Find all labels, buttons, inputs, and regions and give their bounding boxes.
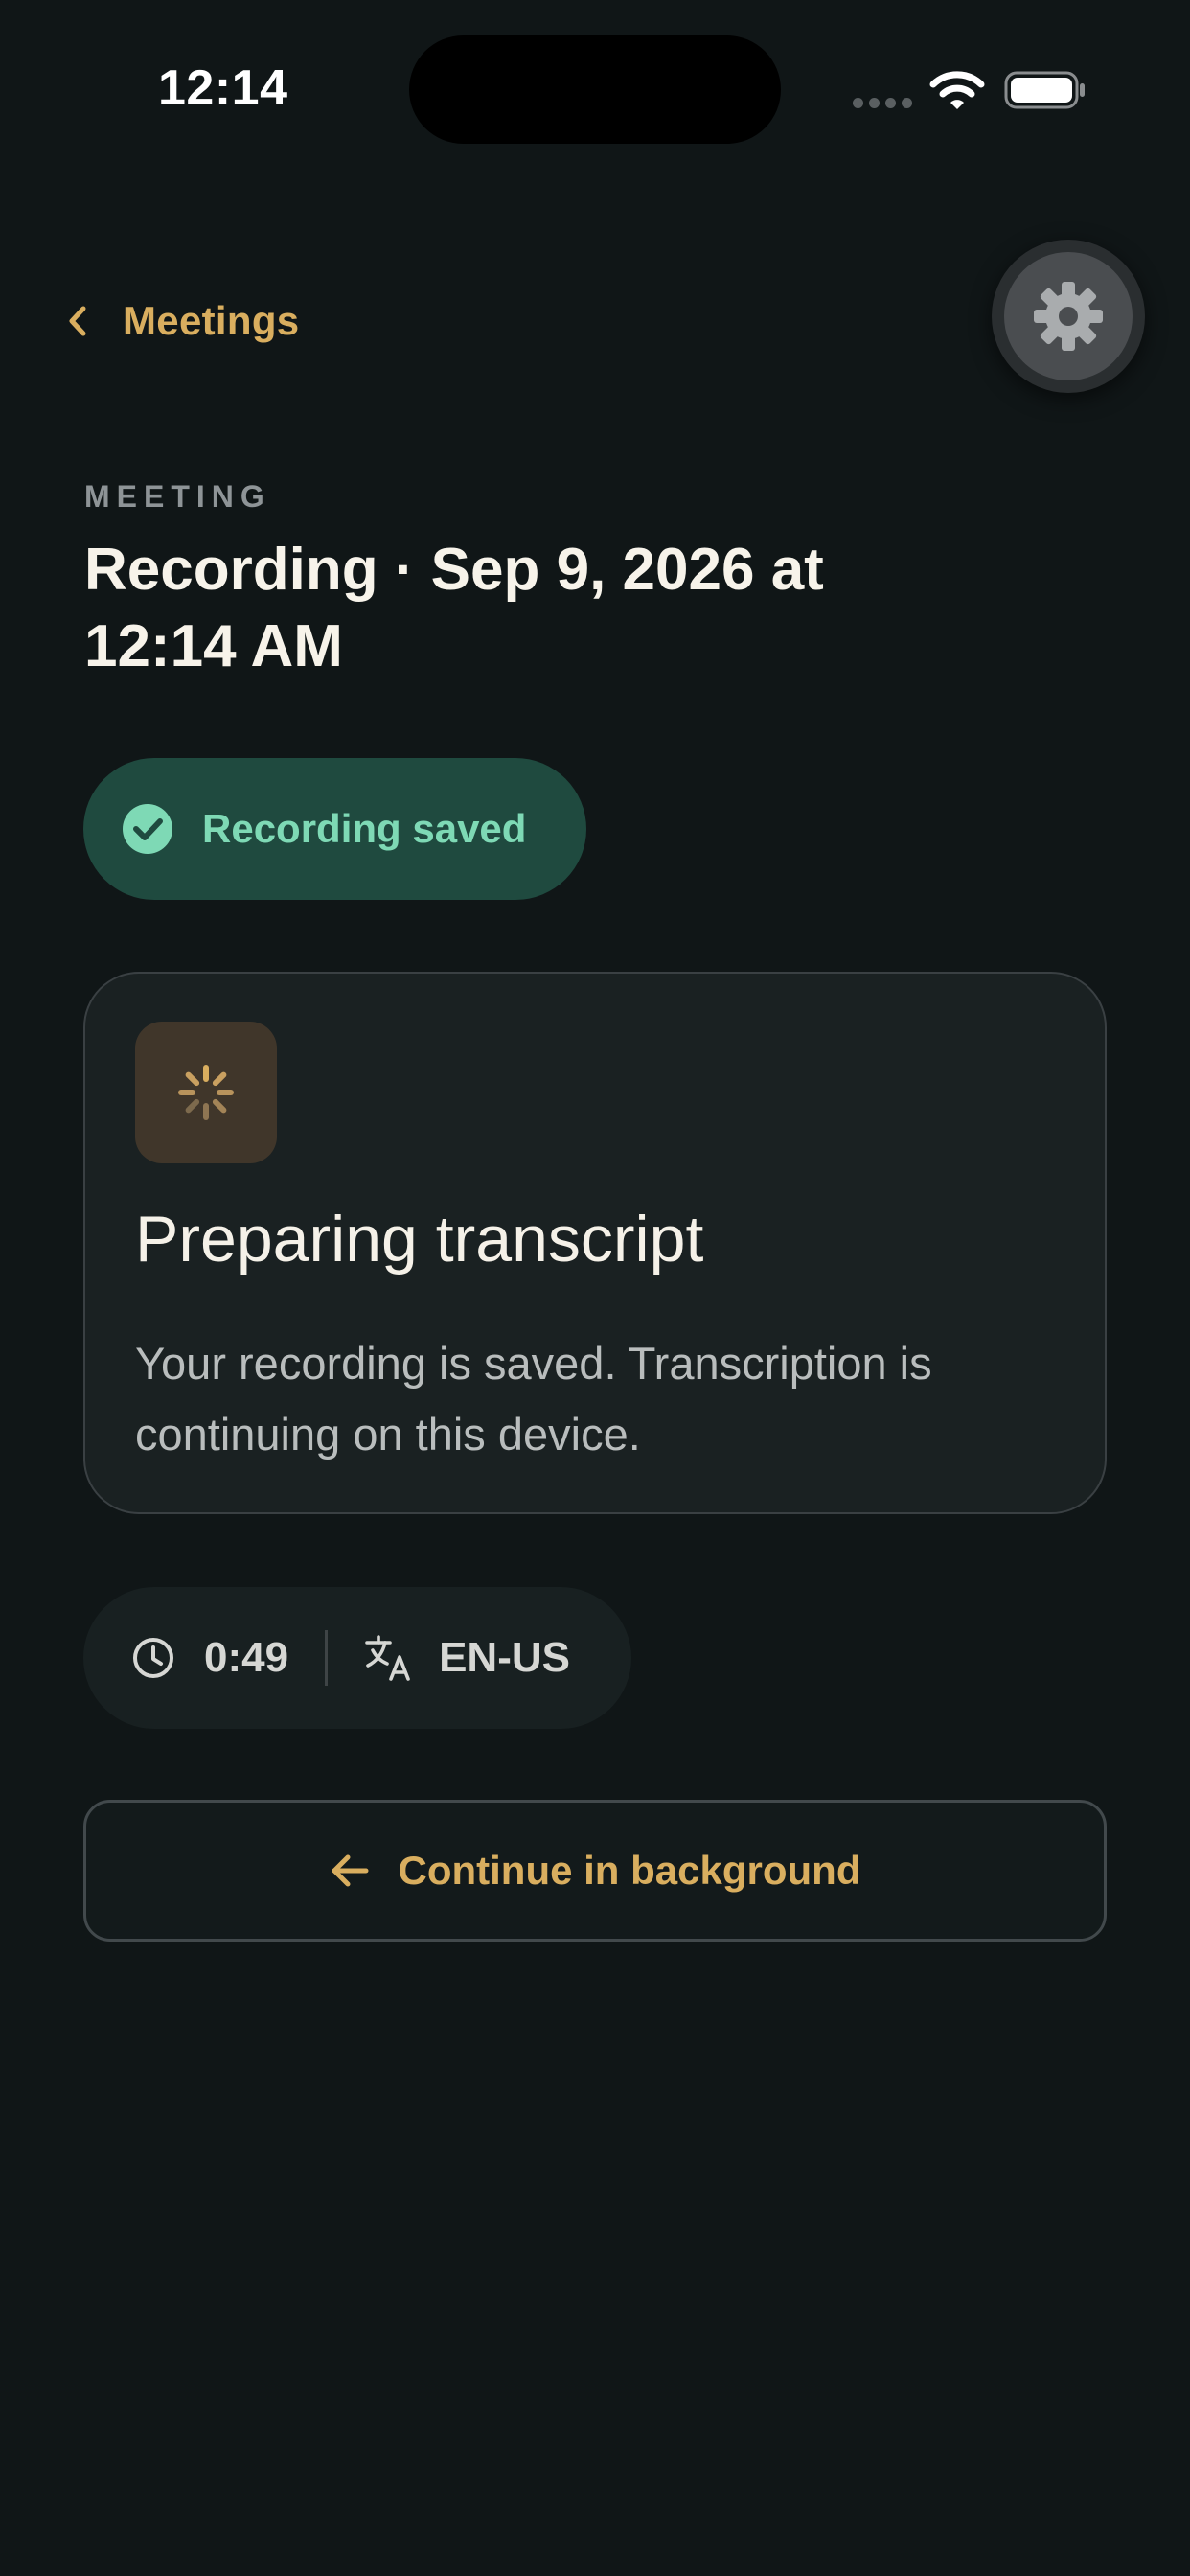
battery-icon	[1004, 71, 1085, 109]
recording-saved-label: Recording saved	[202, 806, 527, 851]
continue-in-background-button[interactable]: Continue in background	[83, 1800, 1107, 1942]
back-button-label: Meetings	[123, 298, 300, 343]
wifi-icon	[929, 71, 985, 109]
arrow-left-icon	[332, 1854, 368, 1887]
status-bar-time: 12:14	[158, 60, 288, 116]
duration-value: 0:49	[204, 1634, 289, 1681]
settings-button[interactable]	[992, 240, 1145, 393]
loading-spinner-icon	[178, 1065, 234, 1120]
transcript-card-title: Preparing transcript	[135, 1203, 704, 1276]
clock-icon	[133, 1638, 173, 1678]
spinner-tile	[135, 1022, 277, 1163]
chevron-left-icon	[69, 306, 86, 336]
back-button[interactable]: Meetings	[67, 288, 299, 355]
transcript-card-body: Your recording is saved. Transcription i…	[135, 1338, 932, 1460]
transcript-status-card: Preparing transcript Your recording is s…	[83, 972, 1107, 1514]
recording-saved-badge: Recording saved	[83, 758, 586, 900]
recording-meta-pill: 0:49 EN-US	[83, 1587, 631, 1729]
check-circle-icon	[123, 804, 172, 854]
dynamic-island	[409, 35, 781, 144]
gear-icon	[1034, 282, 1103, 351]
language-value: EN-US	[439, 1634, 570, 1681]
section-eyebrow: MEETING	[84, 479, 271, 514]
continue-button-label: Continue in background	[398, 1848, 861, 1893]
page-title: Recording · Sep 9, 2026 at 12:14 AM	[84, 537, 824, 679]
translate-icon	[365, 1635, 410, 1681]
meta-divider	[325, 1630, 329, 1686]
cellular-signal-icon	[853, 98, 912, 109]
